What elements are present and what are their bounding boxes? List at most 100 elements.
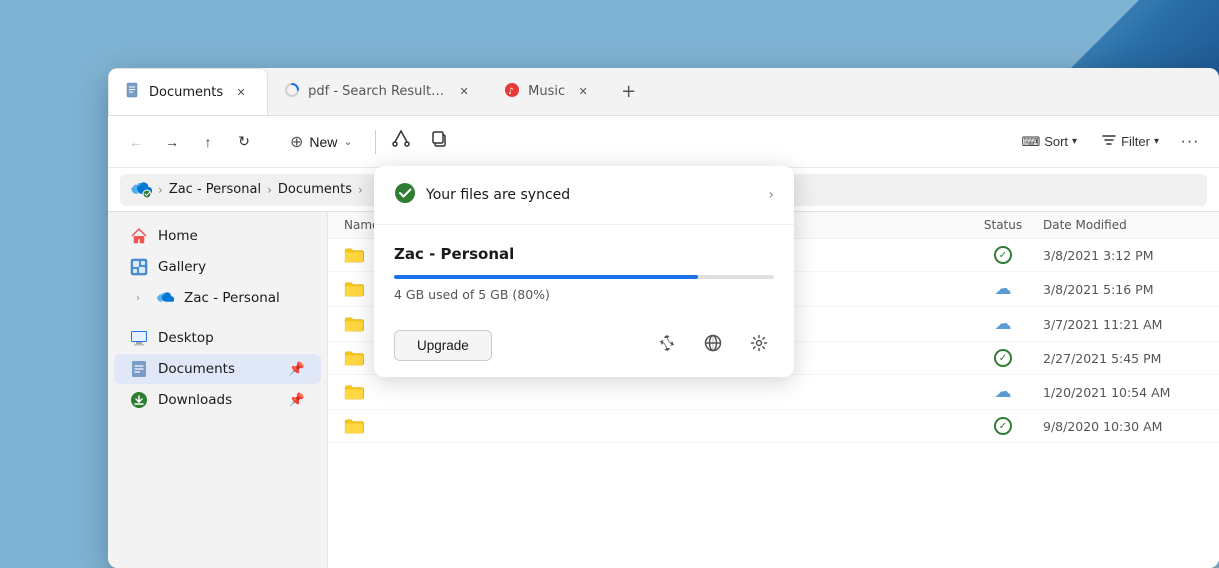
more-icon: ··· <box>1181 133 1200 151</box>
file-name-5 <box>344 384 963 400</box>
file-status-5: ☁ <box>963 382 1043 402</box>
sort-label: Sort <box>1044 134 1068 149</box>
filter-button[interactable]: Filter ▾ <box>1091 127 1169 156</box>
breadcrumb-documents[interactable]: Documents <box>278 182 352 197</box>
popup-footer: Upgrade <box>374 318 794 377</box>
sort-icon: ⌨ <box>1021 134 1040 150</box>
documents-pin-icon: 📌 <box>289 362 305 377</box>
tab-pdf-search-label: pdf - Search Results in Hom <box>308 84 448 99</box>
breadcrumb-sep-1: › <box>267 183 272 197</box>
sidebar-item-zac-personal[interactable]: › Zac - Personal <box>114 283 321 313</box>
file-date-1: 3/8/2021 3:12 PM <box>1043 248 1203 263</box>
zac-personal-icon <box>156 289 174 307</box>
sidebar: Home Gallery › <box>108 212 328 568</box>
popup-header-left: Your files are synced <box>394 182 570 208</box>
tab-documents[interactable]: Documents ✕ <box>108 68 268 115</box>
sidebar-zac-personal-label: Zac - Personal <box>184 290 280 306</box>
tab-documents-label: Documents <box>149 85 223 100</box>
sidebar-home-label: Home <box>158 228 198 244</box>
tab-documents-close[interactable]: ✕ <box>231 82 251 102</box>
tab-music[interactable]: ♪ Music ✕ <box>488 68 609 115</box>
pdf-search-tab-icon <box>284 82 300 102</box>
new-dropdown-icon: ⌄ <box>343 135 352 148</box>
downloads-pin-icon: 📌 <box>289 393 305 408</box>
sync-popup: Your files are synced › Zac - Personal 4… <box>374 166 794 377</box>
onedrive-breadcrumb-icon <box>130 182 152 198</box>
filter-chevron: ▾ <box>1154 136 1159 147</box>
home-icon <box>130 227 148 245</box>
new-plus-icon: ⊕ <box>290 132 303 152</box>
col-status-header: Status <box>963 218 1043 232</box>
col-date-header: Date Modified <box>1043 218 1203 232</box>
filter-label: Filter <box>1121 134 1150 149</box>
globe-icon <box>704 334 722 357</box>
cut-icon <box>392 130 410 153</box>
popup-header-chevron[interactable]: › <box>768 187 774 203</box>
downloads-icon <box>130 391 148 409</box>
toolbar-separator-1 <box>375 130 376 154</box>
new-button-label: New <box>309 134 337 150</box>
settings-button[interactable] <box>744 331 774 361</box>
copy-button[interactable] <box>422 125 456 159</box>
recycle-button[interactable] <box>652 331 682 361</box>
tab-pdf-search[interactable]: pdf - Search Results in Hom ✕ <box>268 68 488 115</box>
recycle-icon <box>658 334 676 357</box>
file-date-2: 3/8/2021 5:16 PM <box>1043 282 1203 297</box>
sidebar-item-home[interactable]: Home <box>114 221 321 251</box>
popup-body: Zac - Personal 4 GB used of 5 GB (80%) <box>374 225 794 318</box>
more-button[interactable]: ··· <box>1173 125 1207 159</box>
file-status-6: ✓ <box>963 417 1043 435</box>
cut-button[interactable] <box>384 125 418 159</box>
file-status-1: ✓ <box>963 246 1043 264</box>
popup-footer-icons <box>652 331 774 361</box>
toolbar: ← → ↑ ↻ ⊕ New ⌄ <box>108 116 1219 168</box>
settings-icon <box>750 334 768 357</box>
sidebar-documents-label: Documents <box>158 361 235 377</box>
filter-icon <box>1101 132 1117 151</box>
synced-icon-6: ✓ <box>994 417 1012 435</box>
synced-icon-1: ✓ <box>994 246 1012 264</box>
svg-text:♪: ♪ <box>508 87 514 97</box>
gallery-icon <box>130 258 148 276</box>
popup-synced-icon <box>394 182 416 208</box>
sidebar-item-downloads[interactable]: Downloads 📌 <box>114 385 321 415</box>
zac-personal-expand-icon[interactable]: › <box>130 290 146 306</box>
up-button[interactable]: ↑ <box>192 126 224 158</box>
breadcrumb-sep-2: › <box>358 183 363 197</box>
file-date-6: 9/8/2020 10:30 AM <box>1043 419 1203 434</box>
popup-header-text: Your files are synced <box>426 187 570 203</box>
tab-pdf-search-close[interactable]: ✕ <box>456 82 472 102</box>
popup-storage-text: 4 GB used of 5 GB (80%) <box>394 287 774 302</box>
file-date-5: 1/20/2021 10:54 AM <box>1043 385 1203 400</box>
add-tab-button[interactable]: + <box>609 68 648 115</box>
refresh-button[interactable]: ↻ <box>228 126 260 158</box>
new-button[interactable]: ⊕ New ⌄ <box>276 126 367 158</box>
file-date-3: 3/7/2021 11:21 AM <box>1043 317 1203 332</box>
toolbar-right: ⌨ Sort ▾ Filter ▾ ··· <box>1011 125 1207 159</box>
file-status-4: ✓ <box>963 349 1043 367</box>
sidebar-item-documents[interactable]: Documents 📌 <box>114 354 321 384</box>
upgrade-button[interactable]: Upgrade <box>394 330 492 361</box>
popup-account-name: Zac - Personal <box>394 245 774 263</box>
title-bar: Documents ✕ pdf - Search Results in Hom … <box>108 68 1219 116</box>
desktop-icon <box>130 329 148 347</box>
globe-button[interactable] <box>698 331 728 361</box>
breadcrumb-zac-personal[interactable]: Zac - Personal <box>169 182 261 197</box>
tab-music-close[interactable]: ✕ <box>573 82 593 102</box>
sidebar-item-desktop[interactable]: Desktop <box>114 323 321 353</box>
table-row[interactable]: ☁ 1/20/2021 10:54 AM <box>328 375 1219 410</box>
popup-progress-bar-fill <box>394 275 698 279</box>
table-row[interactable]: ✓ 9/8/2020 10:30 AM <box>328 410 1219 443</box>
popup-header: Your files are synced › <box>374 166 794 225</box>
sidebar-item-gallery[interactable]: Gallery <box>114 252 321 282</box>
file-status-2: ☁ <box>963 279 1043 299</box>
copy-icon <box>430 130 448 153</box>
breadcrumb-sep-0: › <box>158 183 163 197</box>
document-tab-icon <box>125 82 141 102</box>
popup-progress-bar-bg <box>394 275 774 279</box>
sort-button[interactable]: ⌨ Sort ▾ <box>1011 129 1087 155</box>
back-button[interactable]: ← <box>120 126 152 158</box>
forward-button[interactable]: → <box>156 126 188 158</box>
cloud-icon-3: ☁ <box>995 314 1012 334</box>
file-name-6 <box>344 418 963 434</box>
